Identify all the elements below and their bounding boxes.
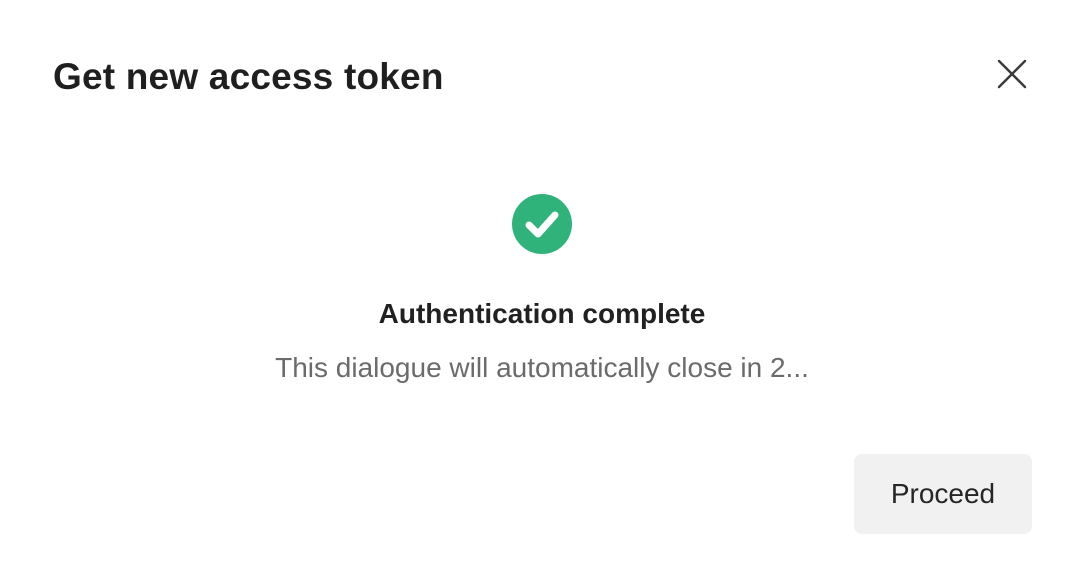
close-button[interactable] bbox=[992, 54, 1032, 94]
status-headline: Authentication complete bbox=[378, 298, 706, 329]
auto-close-message: This dialogue will automatically close i… bbox=[275, 352, 809, 383]
proceed-button[interactable]: Proceed bbox=[854, 454, 1032, 534]
close-icon bbox=[997, 59, 1027, 89]
check-circle-icon bbox=[512, 194, 572, 254]
dialog-title: Get new access token bbox=[53, 56, 444, 97]
access-token-dialog: Get new access token Authentication comp… bbox=[0, 0, 1088, 588]
